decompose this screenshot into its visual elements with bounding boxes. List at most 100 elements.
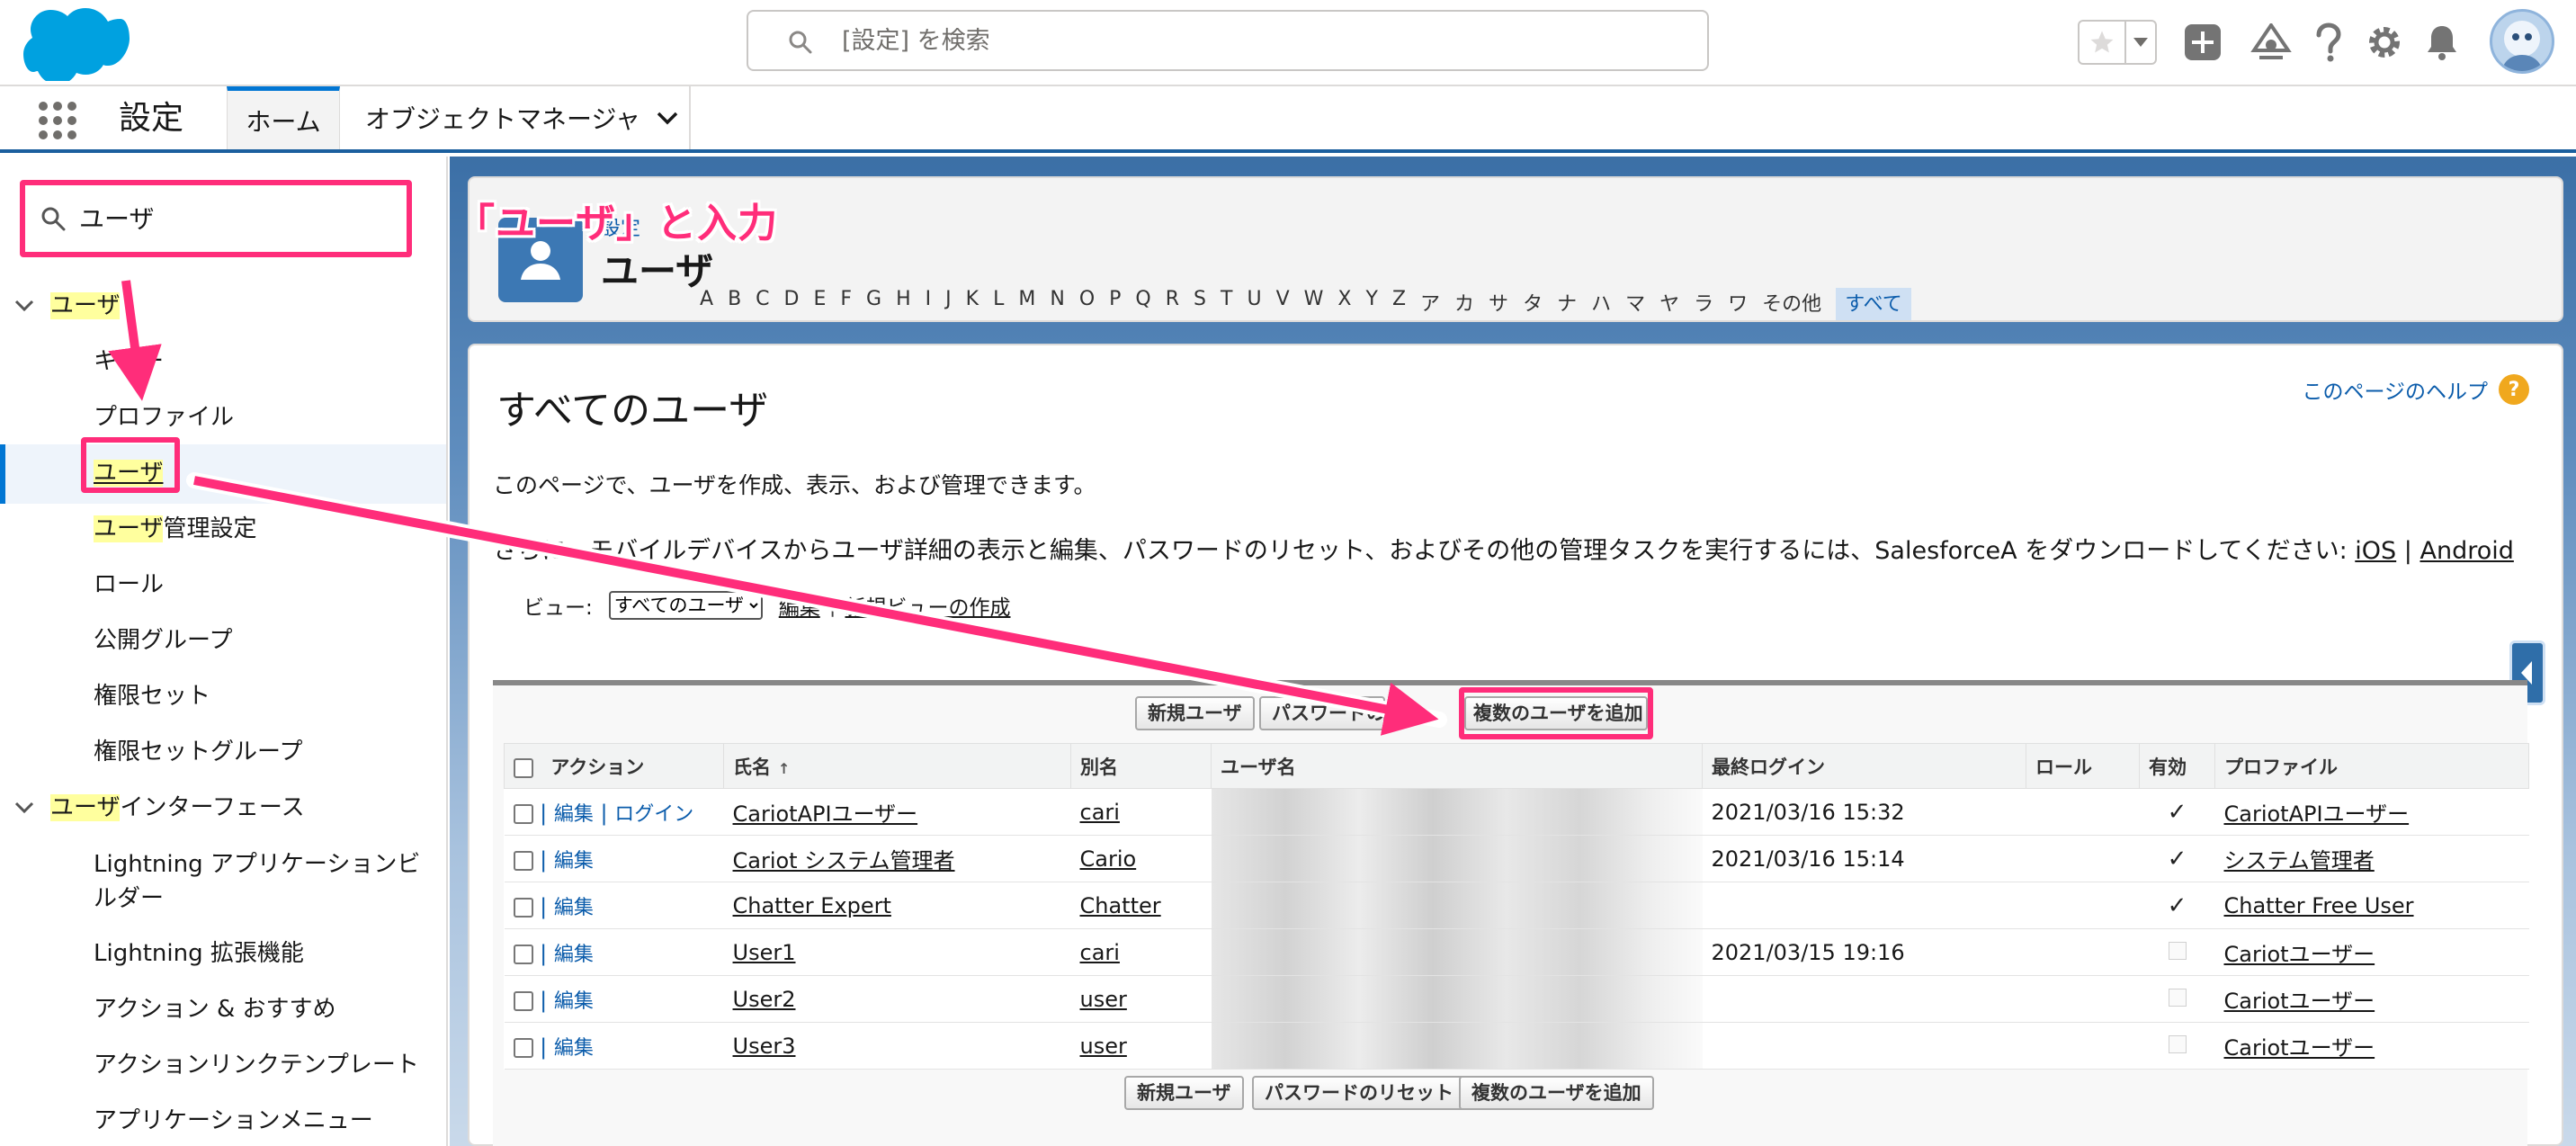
tab-object-manager[interactable]: オブジェクトマネージャ (342, 86, 691, 149)
column-header-last-login[interactable]: 最終ログイン (1702, 743, 2026, 789)
user-name-link[interactable]: User2 (733, 987, 796, 1012)
tree-node-users[interactable]: ユーザ (0, 290, 446, 322)
add-multiple-users-button-bottom[interactable]: 複数のユーザを追加 (1459, 1076, 1654, 1110)
alphabet-filter-item[interactable]: A (700, 288, 713, 320)
alphabet-filter-item[interactable]: ハ (1591, 288, 1611, 320)
tree-item-lightning-app-builder[interactable]: Lightning アプリケーションビルダー (0, 847, 446, 916)
tree-item-action-link-templates[interactable]: アクションリンクテンプレート (0, 1049, 446, 1081)
tab-home[interactable]: ホーム (227, 86, 340, 149)
row-checkbox[interactable] (513, 850, 533, 871)
alphabet-filter-item[interactable]: H (896, 288, 911, 320)
alphabet-filter-item[interactable]: ラ (1694, 288, 1713, 320)
alphabet-filter-item[interactable]: G (866, 288, 881, 320)
tree-item-permission-sets[interactable]: 権限セット (0, 680, 446, 712)
alphabet-filter-item[interactable]: J (945, 288, 952, 320)
profile-link[interactable]: Cariotユーザー (2224, 1035, 2375, 1061)
user-alias-link[interactable]: user (1080, 987, 1127, 1012)
profile-link[interactable]: Cariotユーザー (2224, 989, 2375, 1014)
app-launcher-icon[interactable] (38, 101, 77, 140)
row-checkbox[interactable] (513, 1037, 533, 1058)
alphabet-filter-item[interactable]: U (1247, 288, 1261, 320)
column-header-active[interactable]: 有効 (2139, 743, 2215, 789)
alphabet-filter-item[interactable]: O (1079, 288, 1095, 320)
alphabet-filter-item[interactable]: Y (1365, 288, 1377, 320)
new-view-link[interactable]: 新規ビューの作成 (845, 590, 1011, 621)
tree-item-users[interactable]: ユーザ (0, 444, 446, 504)
alphabet-filter-item[interactable]: M (1018, 288, 1035, 320)
user-avatar[interactable] (2490, 9, 2554, 74)
tree-item-permission-set-groups[interactable]: 権限セットグループ (0, 736, 446, 768)
user-alias-link[interactable]: Cario (1080, 846, 1137, 872)
help-icon[interactable]: ? (2499, 374, 2529, 405)
alphabet-filter-item[interactable]: E (813, 288, 826, 320)
chevron-down-icon[interactable] (657, 111, 678, 125)
view-select[interactable]: すべてのユーザ (608, 591, 763, 620)
tree-item-public-groups[interactable]: 公開グループ (0, 624, 446, 657)
android-link[interactable]: Android (2419, 537, 2513, 565)
add-multiple-users-button[interactable]: 複数のユーザを追加 (1464, 696, 1648, 730)
new-user-button-bottom[interactable]: 新規ユーザ (1124, 1076, 1244, 1110)
edit-link[interactable]: 編集 (554, 990, 594, 1013)
reset-password-button-bottom[interactable]: パスワードのリセット (1252, 1076, 1466, 1110)
user-name-link[interactable]: User1 (733, 940, 796, 965)
tree-item-lightning-extension[interactable]: Lightning 拡張機能 (0, 937, 446, 970)
alphabet-filter-item[interactable]: R (1166, 288, 1179, 320)
user-name-link[interactable]: Cariot システム管理者 (733, 848, 955, 873)
setup-gear-icon[interactable] (2362, 20, 2407, 65)
tree-item-queues[interactable]: キュー (0, 345, 446, 378)
edit-link[interactable]: 編集 (554, 803, 594, 826)
alphabet-filter-item[interactable]: マ (1625, 288, 1645, 320)
alphabet-filter-item[interactable]: Z (1392, 288, 1406, 320)
login-link[interactable]: ログイン (614, 803, 693, 826)
row-checkbox[interactable] (513, 944, 533, 964)
edit-view-link[interactable]: 編集 (779, 590, 820, 621)
alphabet-filter-item[interactable]: F (840, 288, 852, 320)
column-header-username[interactable]: ユーザ名 (1211, 743, 1703, 789)
user-name-link[interactable]: CariotAPIユーザー (733, 801, 918, 827)
alphabet-filter-item[interactable]: L (993, 288, 1004, 320)
favorites-menu-icon[interactable] (2126, 22, 2155, 63)
global-actions-icon[interactable] (2180, 20, 2225, 65)
alphabet-filter-item[interactable]: ワ (1728, 288, 1748, 320)
edit-link[interactable]: 編集 (554, 850, 594, 873)
user-alias-link[interactable]: cari (1080, 800, 1120, 825)
ios-link[interactable]: iOS (2355, 537, 2396, 565)
row-checkbox[interactable] (513, 803, 533, 824)
user-name-link[interactable]: Chatter Expert (733, 893, 891, 918)
alphabet-filter-item[interactable]: ヤ (1659, 288, 1679, 320)
tree-item-actions-recommendations[interactable]: アクション & おすすめ (0, 993, 446, 1025)
alphabet-filter-item[interactable]: W (1304, 288, 1324, 320)
reset-password-button[interactable]: パスワードのリセット (1259, 696, 1385, 730)
alphabet-filter-item[interactable]: カ (1454, 288, 1474, 320)
salesforce-cloud-logo[interactable] (23, 7, 130, 85)
global-search-box[interactable]: [設定] を検索 (747, 10, 1709, 71)
edit-link[interactable]: 編集 (554, 1037, 594, 1060)
trailhead-icon[interactable] (2249, 20, 2294, 65)
profile-link[interactable]: システム管理者 (2224, 848, 2375, 873)
edit-link[interactable]: 編集 (554, 944, 594, 966)
alphabet-filter-item[interactable]: I (926, 288, 932, 320)
column-header-role[interactable]: ロール (2026, 743, 2140, 789)
alphabet-filter-item[interactable]: すべて (1836, 288, 1911, 320)
alphabet-filter-item[interactable]: サ (1489, 288, 1508, 320)
edit-link[interactable]: 編集 (554, 897, 594, 919)
column-header-alias[interactable]: 別名 (1070, 743, 1212, 789)
alphabet-filter-item[interactable]: S (1194, 288, 1206, 320)
alphabet-filter-item[interactable]: タ (1523, 288, 1543, 320)
profile-link[interactable]: Cariotユーザー (2224, 942, 2375, 967)
help-link[interactable]: このページのヘルプ ? (2302, 374, 2529, 405)
user-alias-link[interactable]: cari (1080, 940, 1120, 965)
tree-item-roles[interactable]: ロール (0, 569, 446, 601)
row-checkbox[interactable] (513, 990, 533, 1011)
notifications-bell-icon[interactable] (2419, 20, 2464, 65)
user-alias-link[interactable]: Chatter (1080, 893, 1161, 918)
new-user-button[interactable]: 新規ユーザ (1135, 696, 1255, 730)
user-alias-link[interactable]: user (1080, 1034, 1127, 1059)
alphabet-filter-item[interactable]: その他 (1762, 288, 1821, 320)
quick-find-box[interactable] (20, 180, 412, 257)
tree-item-user-management-settings[interactable]: ユーザ管理設定 (0, 513, 446, 545)
alphabet-filter-item[interactable]: P (1109, 288, 1121, 320)
profile-link[interactable]: CariotAPIユーザー (2224, 801, 2410, 827)
user-name-link[interactable]: User3 (733, 1034, 796, 1059)
alphabet-filter-item[interactable]: T (1221, 288, 1232, 320)
